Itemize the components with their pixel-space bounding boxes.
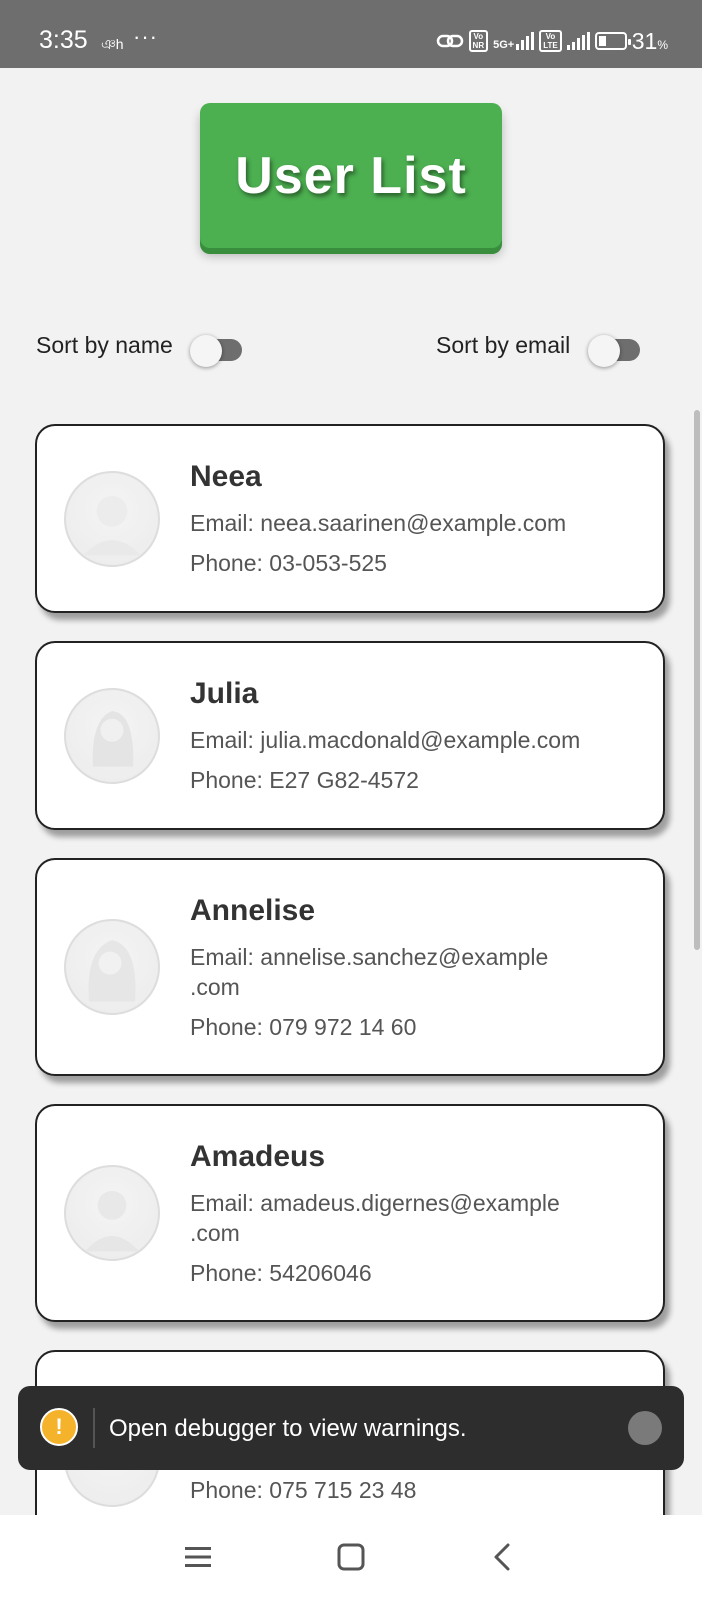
menu-icon[interactable] (173, 1535, 223, 1579)
avatar (64, 919, 160, 1015)
user-phone: Phone: E27 G82-4572 (190, 767, 419, 793)
user-card[interactable]: Neea Email: neea.saarinen@example.com Ph… (35, 424, 665, 613)
sort-by-name-label: Sort by name (36, 332, 173, 358)
back-chevron-icon[interactable] (478, 1535, 528, 1579)
user-name: Annelise (190, 894, 316, 927)
user-name: Julia (190, 677, 259, 710)
system-nav-bar (0, 1515, 702, 1600)
user-email: Email: amadeus.digernes@example .com (190, 1190, 560, 1246)
debugger-warning-toast[interactable]: ! Open debugger to view warnings. (18, 1386, 684, 1470)
clock: 3:35 (39, 26, 88, 54)
warning-icon: ! (40, 1408, 78, 1446)
home-square-icon[interactable] (326, 1535, 376, 1579)
user-name: Neea (190, 460, 262, 493)
user-phone: Phone: 54206046 (190, 1260, 372, 1286)
user-card[interactable]: Julia Email: julia.macdonald@example.com… (35, 641, 665, 830)
avatar (64, 1165, 160, 1261)
toast-message: Open debugger to view warnings. (109, 1415, 467, 1442)
sort-by-name-switch[interactable] (190, 335, 246, 367)
status-icons: Vo NR 5G+ Vo LTE 31% (436, 26, 668, 56)
user-phone: Phone: 03-053-525 (190, 550, 387, 576)
app-notification-icon: ঞh (101, 36, 124, 52)
toast-divider (93, 1408, 95, 1448)
sort-by-email-switch[interactable] (588, 335, 644, 367)
scrollbar[interactable] (694, 410, 700, 950)
user-name: Amadeus (190, 1140, 326, 1173)
user-phone: Phone: 075 715 23 48 (190, 1477, 417, 1503)
user-email: Email: annelise.sanchez@example .com (190, 944, 549, 1000)
user-phone: Phone: 079 972 14 60 (190, 1014, 417, 1040)
page-title: User List (235, 146, 467, 205)
signal-icon (566, 32, 590, 50)
volte-lte-icon: Vo LTE (539, 30, 562, 52)
battery-percent: 31% (631, 27, 668, 54)
link-icon (436, 34, 463, 48)
user-card[interactable]: Amadeus Email: amadeus.digernes@example … (35, 1104, 665, 1322)
status-bar: 3:35 ঞh ··· Vo NR 5G+ Vo LTE 31% (0, 0, 702, 68)
user-list-title-button[interactable]: User List (200, 103, 502, 248)
user-email: Email: julia.macdonald@example.com (190, 727, 581, 753)
sort-by-email-label: Sort by email (436, 332, 571, 358)
toast-dismiss-button[interactable] (628, 1411, 662, 1445)
volte-nr-icon: Vo NR (468, 30, 489, 52)
avatar (64, 688, 160, 784)
signal-5g-icon: 5G+ (493, 32, 535, 51)
more-notifications-icon: ··· (133, 24, 158, 49)
battery-icon (594, 32, 631, 50)
avatar (64, 471, 160, 567)
user-card[interactable]: Annelise Email: annelise.sanchez@example… (35, 858, 665, 1076)
user-email: Email: neea.saarinen@example.com (190, 510, 567, 536)
